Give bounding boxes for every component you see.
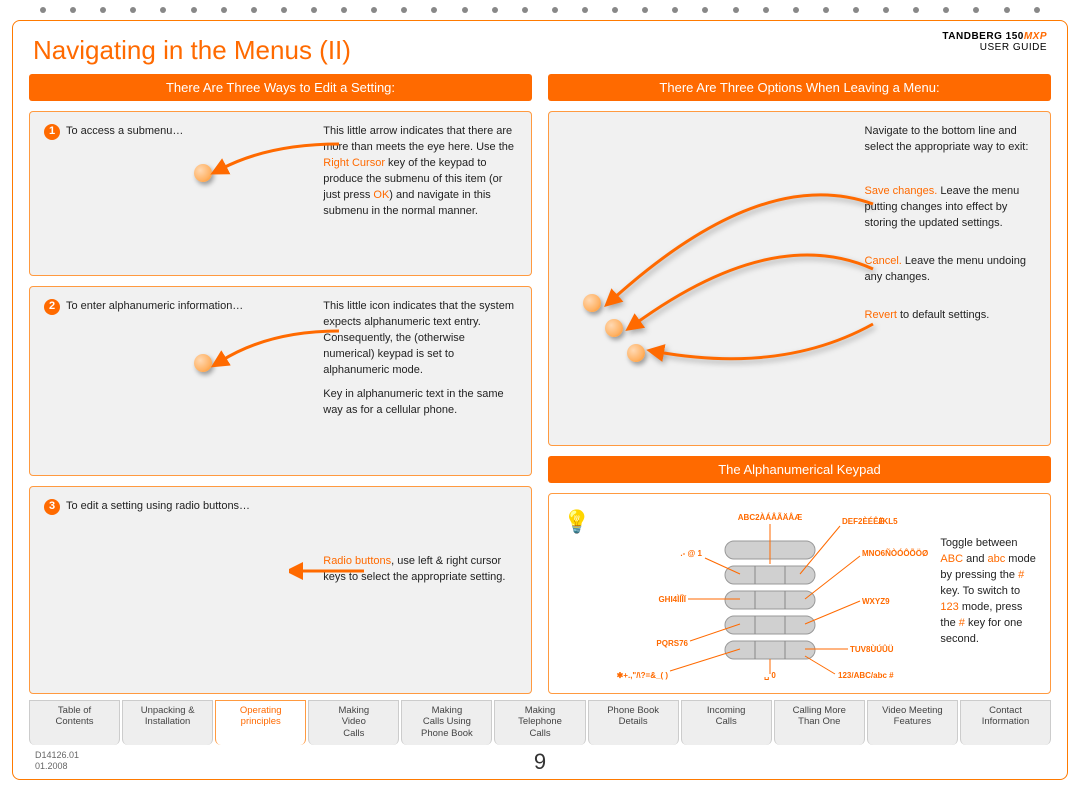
- brand-name: TANDBERG: [942, 31, 1002, 42]
- svg-text:123/ABC/abc #: 123/ABC/abc #: [838, 671, 894, 680]
- chapter-tab[interactable]: Video MeetingFeatures: [867, 700, 958, 745]
- box2-p1: This little icon indicates that the syst…: [323, 299, 517, 379]
- left-column: There Are Three Ways to Edit a Setting: …: [29, 74, 532, 694]
- box1-lead: To access a submenu…: [66, 124, 183, 140]
- page-frame: TANDBERG 150MXP USER GUIDE Navigating in…: [12, 20, 1068, 780]
- doc-date: 01.2008: [35, 761, 79, 773]
- svg-text:ABC2ÀÁÂÃÄÅÆ: ABC2ÀÁÂÃÄÅÆ: [738, 513, 802, 522]
- edit-setting-box-1: 1 To access a submenu… This little arrow …: [29, 111, 532, 276]
- box1-description: This little arrow indicates that there a…: [323, 124, 517, 263]
- doc-id: D14126.01: [35, 750, 79, 762]
- edit-setting-box-2: 2 To enter alphanumeric information… This…: [29, 286, 532, 476]
- chapter-tab[interactable]: MakingTelephoneCalls: [494, 700, 585, 745]
- box3-lead: To edit a setting using radio buttons…: [66, 499, 250, 515]
- model-number: 150: [1006, 31, 1024, 42]
- right-section-header-2: The Alphanumerical Keypad: [548, 456, 1051, 483]
- chapter-tab[interactable]: Calling MoreThan One: [774, 700, 865, 745]
- keypad-description: Toggle between ABC and abc mode by press…: [940, 506, 1036, 681]
- svg-text:.- @ 1: .- @ 1: [681, 549, 703, 558]
- svg-text:GHI4ÌÍÎÏ: GHI4ÌÍÎÏ: [659, 595, 687, 604]
- bullet-1: 1: [44, 124, 60, 140]
- svg-text:PQRS76: PQRS76: [657, 639, 689, 648]
- svg-text:JKL5: JKL5: [878, 517, 898, 526]
- lightbulb-icon: 💡: [563, 506, 590, 681]
- keypad-box: 💡: [548, 493, 1051, 694]
- chapter-tab[interactable]: ContactInformation: [960, 700, 1051, 745]
- page-number: 9: [534, 749, 546, 775]
- bullet-3: 3: [44, 499, 60, 515]
- doc-type: USER GUIDE: [980, 42, 1047, 53]
- arrow-icon: [209, 134, 349, 204]
- arrow-icon: [209, 321, 349, 391]
- chapter-tab[interactable]: IncomingCalls: [681, 700, 772, 745]
- box2-lead: To enter alphanumeric information…: [66, 299, 243, 315]
- leave-intro: Navigate to the bottom line and select t…: [865, 124, 1036, 156]
- arrows-group-icon: [563, 124, 883, 424]
- keypad-diagram: .- @ 1 ABC2ÀÁÂÃÄÅÆ DEF2ÈÉÊË GHI4ÌÍÎÏ JKL…: [610, 506, 930, 681]
- leave-opt-save: Save changes. Leave the menu putting cha…: [865, 184, 1036, 232]
- svg-text:WXYZ9: WXYZ9: [862, 597, 890, 606]
- right-column: There Are Three Options When Leaving a M…: [548, 74, 1051, 694]
- svg-text:TUV8ÙÚÛÜ: TUV8ÙÚÛÜ: [850, 645, 894, 654]
- footer-meta: D14126.01 01.2008: [35, 750, 79, 773]
- spiral-binding: [0, 0, 1080, 20]
- chapter-tab[interactable]: MakingCalls UsingPhone Book: [401, 700, 492, 745]
- leave-menu-box: Navigate to the bottom line and select t…: [548, 111, 1051, 446]
- chapter-tab[interactable]: Operatingprinciples: [215, 700, 306, 745]
- header-brand: TANDBERG 150MXP USER GUIDE: [942, 31, 1047, 53]
- chapter-tab[interactable]: Phone BookDetails: [588, 700, 679, 745]
- svg-text:MNO6ÑÒÓÔÕÖØ: MNO6ÑÒÓÔÕÖØ: [862, 549, 928, 558]
- svg-text:✱+.,"/\?=&_( ): ✱+.,"/\?=&_( ): [617, 671, 669, 680]
- chapter-tab[interactable]: MakingVideoCalls: [308, 700, 399, 745]
- page-title: Navigating in the Menus (II): [33, 35, 1051, 66]
- edit-setting-box-3: 3To edit a setting using radio buttons… …: [29, 486, 532, 694]
- model-suffix: MXP: [1024, 31, 1047, 42]
- left-section-header: There Are Three Ways to Edit a Setting:: [29, 74, 532, 101]
- svg-text:␣ 0: ␣ 0: [765, 671, 777, 680]
- chapter-tab[interactable]: Table ofContents: [29, 700, 120, 745]
- leave-opt-cancel: Cancel. Leave the menu undoing any chang…: [865, 254, 1036, 286]
- leave-opt-revert: Revert to default settings.: [865, 308, 1036, 324]
- box2-p2: Key in alphanumeric text in the same way…: [323, 387, 517, 419]
- bullet-2: 2: [44, 299, 60, 315]
- chapter-tabs: Table ofContentsUnpacking &InstallationO…: [29, 700, 1051, 745]
- chapter-tab[interactable]: Unpacking &Installation: [122, 700, 213, 745]
- right-section-header-1: There Are Three Options When Leaving a M…: [548, 74, 1051, 101]
- arrow-icon: [289, 559, 369, 589]
